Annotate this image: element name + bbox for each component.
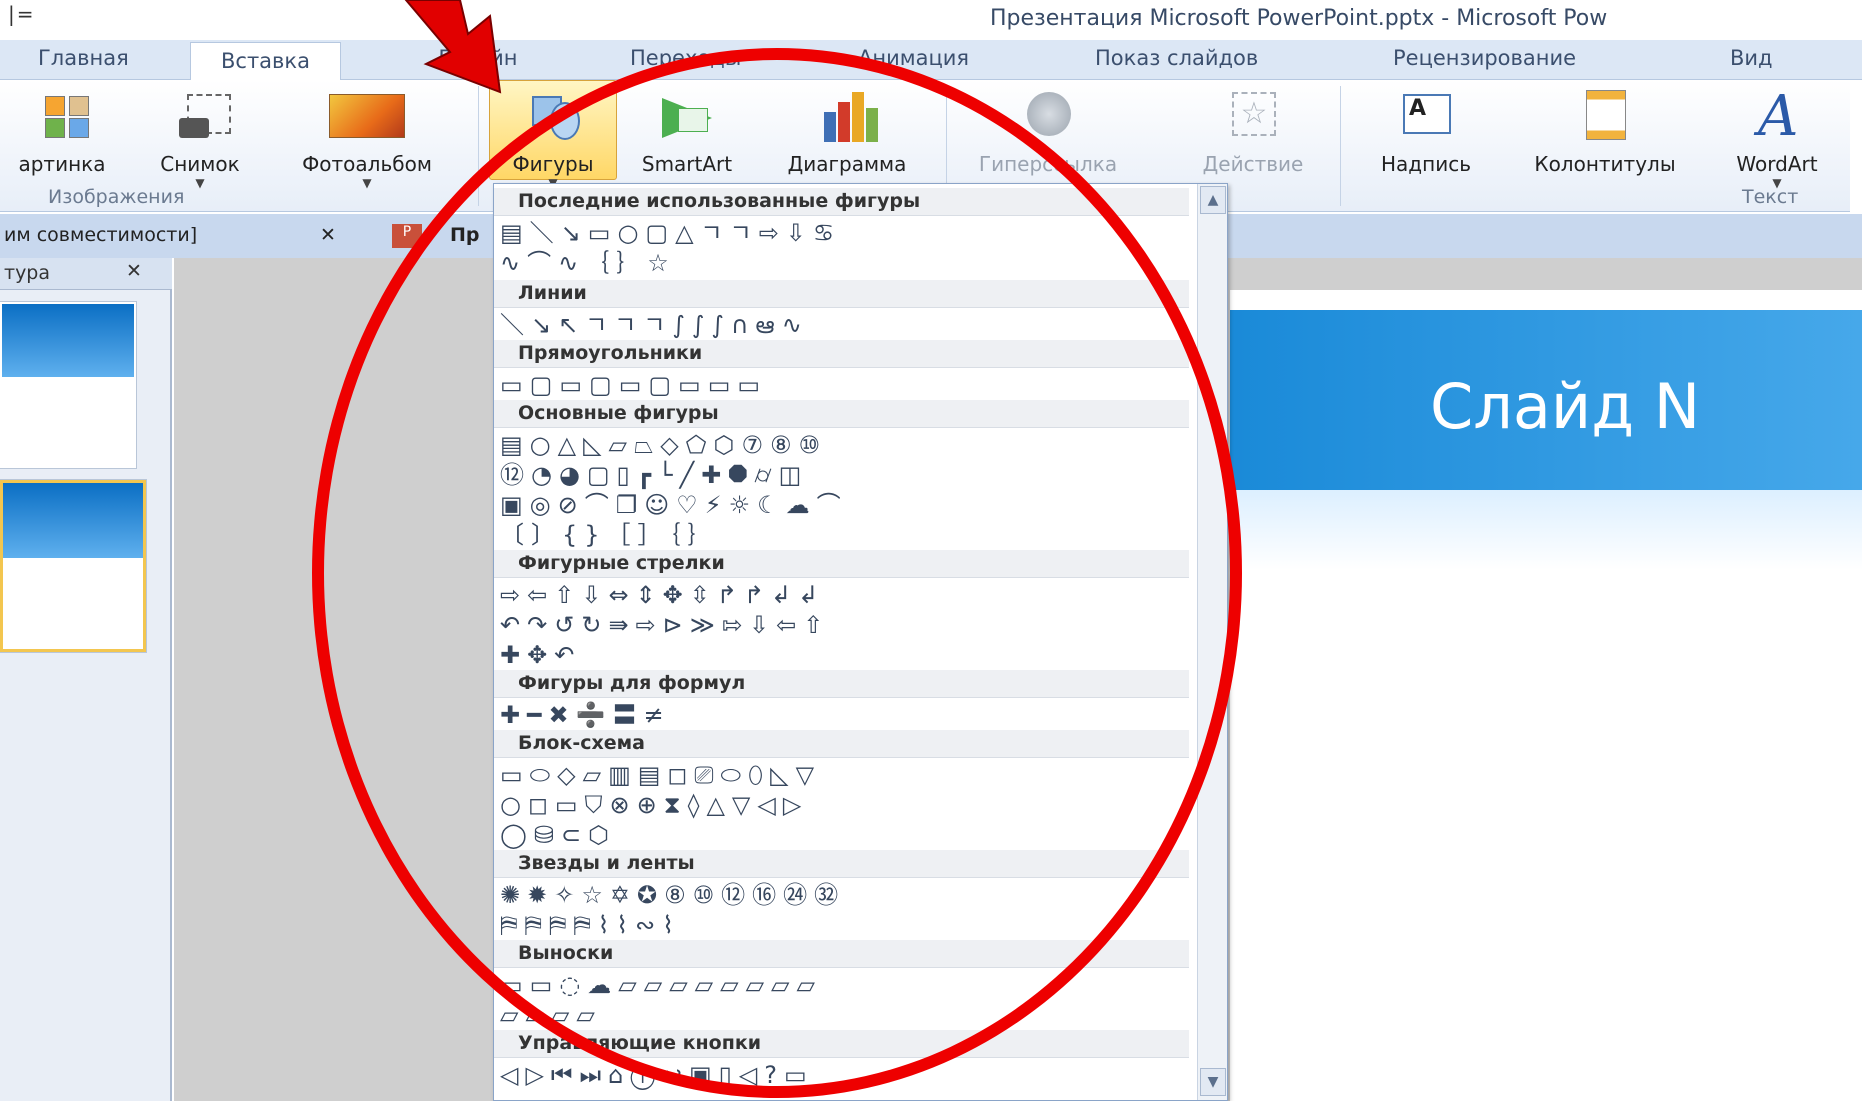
tab-insert[interactable]: Вставка <box>190 42 341 82</box>
tab-home[interactable]: Главная <box>38 46 129 70</box>
slide-title[interactable]: Слайд N <box>1430 370 1700 443</box>
tab-review[interactable]: Рецензирование <box>1393 46 1576 70</box>
group-separator <box>1340 86 1341 206</box>
clipart-button[interactable]: артинка <box>0 88 124 176</box>
wordart-button[interactable]: A WordArt ▼ <box>1712 84 1842 190</box>
slide-swoosh <box>1230 490 1862 570</box>
wordart-label: WordArt <box>1736 152 1818 176</box>
doc-tab-compat[interactable]: им совместимости] <box>4 224 197 246</box>
textbox-button[interactable]: A Надпись <box>1360 88 1492 176</box>
wordart-icon: A <box>1758 84 1799 149</box>
red-highlight-oval <box>312 48 1242 1098</box>
header-footer-icon <box>1574 88 1636 144</box>
group-label-text: Текст <box>1742 186 1799 208</box>
pane-tab-outline[interactable]: тура <box>4 262 50 284</box>
screenshot-button[interactable]: Снимок ▼ <box>138 88 262 190</box>
slide-thumbnail-1[interactable] <box>0 302 136 468</box>
title-bar: |= Презентация Microsoft PowerPoint.pptx… <box>0 0 1862 40</box>
quick-access-toolbar[interactable]: |= <box>8 2 36 26</box>
photo-album-label: Фотоальбом <box>302 152 432 176</box>
photo-album-button[interactable]: Фотоальбом ▼ <box>272 88 462 190</box>
slide-thumbnail-2[interactable] <box>0 480 146 652</box>
screenshot-label: Снимок <box>160 152 240 176</box>
clipart-label: артинка <box>18 152 106 176</box>
tab-view[interactable]: Вид <box>1730 46 1773 70</box>
textbox-icon: A <box>1395 88 1457 144</box>
ribbon-tabs: Главная Вставка Дизайн Переходы Анимация… <box>0 40 1862 82</box>
photo-album-icon <box>325 88 409 144</box>
close-icon[interactable]: ✕ <box>126 260 142 282</box>
chevron-down-icon: ▼ <box>362 176 372 190</box>
screenshot-icon <box>169 88 231 144</box>
close-icon[interactable]: ✕ <box>320 224 336 246</box>
action-label: Действие <box>1202 152 1304 176</box>
clipart-icon <box>31 88 93 144</box>
scroll-up-icon[interactable]: ▲ <box>1200 186 1226 214</box>
slides-pane-header: тура ✕ <box>0 258 172 290</box>
group-label-images: Изображения <box>48 186 185 208</box>
tab-slideshow[interactable]: Показ слайдов <box>1095 46 1258 70</box>
window-title: Презентация Microsoft PowerPoint.pptx - … <box>990 6 1608 31</box>
header-footer-label: Колонтитулы <box>1534 152 1676 176</box>
scroll-down-icon[interactable]: ▼ <box>1200 1068 1226 1096</box>
action-star-icon: ☆ <box>1222 88 1284 144</box>
red-pointer-arrow <box>404 0 502 94</box>
action-button[interactable]: ☆ Действие <box>1178 88 1328 176</box>
textbox-label: Надпись <box>1381 152 1471 176</box>
header-footer-button[interactable]: Колонтитулы <box>1500 88 1710 176</box>
